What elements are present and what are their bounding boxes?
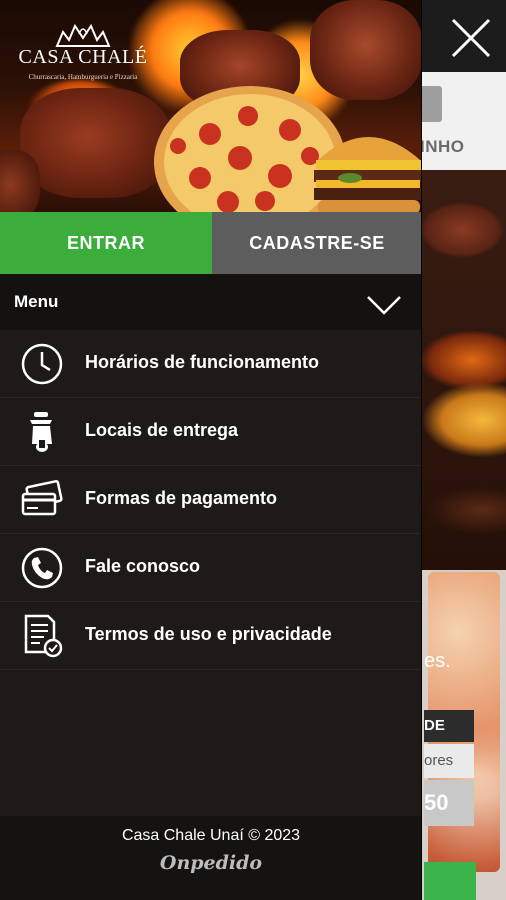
scooter-icon [20,410,64,454]
document-check-icon [20,614,64,658]
menu-item-label: Termos de uso e privacidade [85,624,332,644]
menu-item-payment-methods[interactable]: Formas de pagamento [0,466,422,534]
menu-header[interactable]: Menu [0,274,422,330]
login-button[interactable]: ENTRAR [0,212,212,274]
restaurant-logo: CASA CHALÉ Churrascaria, Hamburgueria e … [18,22,148,81]
logo-title: CASA CHALÉ [18,46,148,68]
auth-buttons: ENTRAR CADASTRE-SE [0,212,422,274]
background-dark-tag: DE [424,710,474,742]
menu-header-label: Menu [14,292,59,311]
close-icon [451,18,491,58]
background-green-button[interactable] [424,862,476,900]
meat-image [20,88,170,198]
signup-button[interactable]: CADASTRE-SE [212,212,422,274]
burger-image [314,137,422,212]
menu-item-label: Horários de funcionamento [85,352,320,372]
side-drawer: CASA CHALÉ Churrascaria, Hamburgueria e … [0,0,422,900]
menu-item-label: Fale conosco [85,556,201,576]
menu-item-opening-hours[interactable]: Horários de funcionamento [0,330,422,398]
drawer-footer: Casa Chale Unaí © 2023 Onpedido [0,816,422,900]
menu-item-label: Formas de pagamento [85,488,278,508]
flame-crown-icon [55,23,111,47]
background-price-tag: 50 [424,780,474,826]
clock-icon [20,342,64,386]
chevron-down-icon[interactable] [366,294,402,316]
close-drawer-button[interactable] [447,14,495,62]
logo-subtitle: Churrascaria, Hamburgueria e Pizzaria [28,73,138,81]
credit-card-icon [20,478,64,522]
phone-icon [20,546,64,590]
background-food-image [422,170,506,570]
footer-copyright: Casa Chale Unaí © 2023 [121,827,301,844]
menu-item-terms-privacy[interactable]: Termos de uso e privacidade [0,602,422,670]
background-grey-tag: ores [424,744,474,778]
meat-image [310,0,422,100]
menu-item-delivery-locations[interactable]: Locais de entrega [0,398,422,466]
onpedido-logo[interactable]: Onpedido [0,852,422,874]
meat-image [0,150,40,212]
menu-item-contact-us[interactable]: Fale conosco [0,534,422,602]
menu-list: Horários de funcionamento Locais de entr… [0,330,422,670]
restaurant-banner: CASA CHALÉ Churrascaria, Hamburgueria e … [0,0,422,212]
background-cart-label: INHO [420,137,465,156]
background-card-text: es. [424,650,451,672]
menu-item-label: Locais de entrega [85,420,239,440]
